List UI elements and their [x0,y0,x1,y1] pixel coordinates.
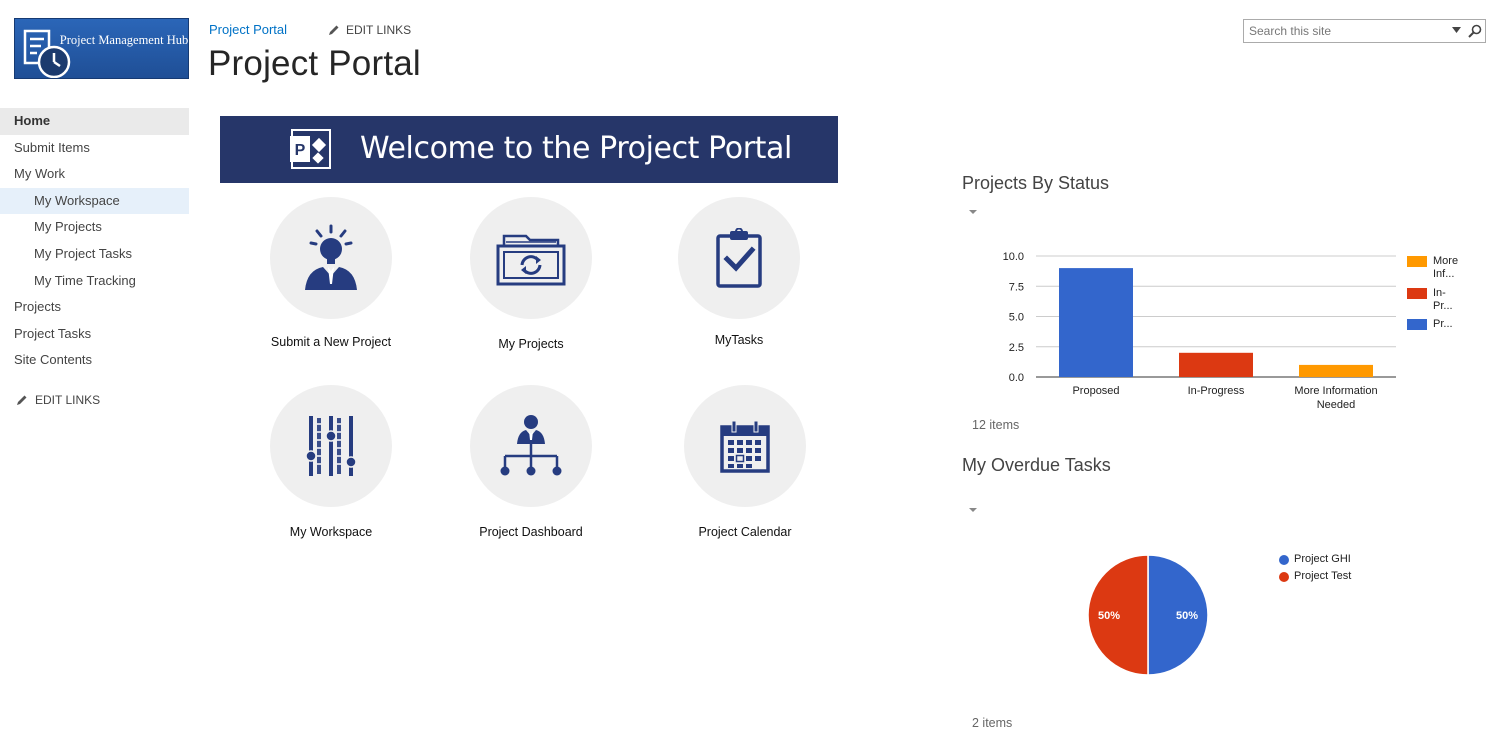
legend-dot [1279,555,1289,565]
edit-links-label: EDIT LINKS [346,23,412,37]
project-app-icon: P [290,129,331,169]
overdue-chart-menu-caret[interactable] [969,508,977,512]
legend-item: Project Test [1279,570,1351,582]
breadcrumb-link[interactable]: Project Portal [209,22,287,37]
y-tick-label: 5.0 [1009,312,1024,324]
tile-project-calendar[interactable]: Project Calendar [655,385,835,539]
legend-swatch [1407,256,1427,267]
tile-label[interactable]: Project Calendar [655,525,835,539]
nav-item-my-project-tasks[interactable]: My Project Tasks [0,241,189,268]
search-box[interactable] [1243,19,1486,43]
calendar-icon [720,420,770,473]
y-tick-label: 2.5 [1009,342,1024,354]
status-items-count[interactable]: 12 items [972,418,1019,432]
legend-text: Project GHI [1294,553,1351,565]
status-bar-chart: 10.0 7.5 5.0 2.5 0.0 Proposed In-Progress More … [1003,251,1396,411]
legend-text: Pr... [1433,318,1453,330]
legend-text: Inf... [1433,268,1455,280]
legend-item: Pr... [1407,318,1458,331]
nav-item-site-contents[interactable]: Site Contents [0,347,189,374]
x-tick-label: Proposed [1072,385,1119,397]
bar-in-progress [1179,352,1253,377]
lightbulb-person-icon [305,224,357,290]
tile-circle[interactable] [270,197,392,319]
tile-submit-new-project[interactable]: Submit a New Project [241,197,421,349]
legend-swatch [1407,319,1427,330]
legend-swatch [1407,288,1427,299]
x-tick-label: In-Progress [1188,385,1245,397]
tile-label[interactable]: MyTasks [649,333,829,347]
tile-my-tasks[interactable]: MyTasks [649,197,829,347]
tile-label[interactable]: My Projects [441,337,621,351]
folder-refresh-icon [496,234,566,286]
status-chart-menu-caret[interactable] [969,210,977,214]
overdue-pie-chart: 50% 50% [1087,554,1209,676]
overdue-chart-title: My Overdue Tasks [962,455,1111,475]
tile-circle[interactable] [270,385,392,507]
pencil-icon [329,25,339,35]
site-logo[interactable]: Project Management Hub [14,18,189,79]
tile-my-workspace[interactable]: My Workspace [241,385,421,539]
tile-circle[interactable] [678,197,800,319]
nav-item-project-tasks[interactable]: Project Tasks [0,321,189,348]
tile-label[interactable]: My Workspace [241,525,421,539]
overdue-chart-legend: Project GHI Project Test [1279,553,1351,582]
legend-item: More Inf... [1407,255,1458,287]
nav-item-home[interactable]: Home [0,108,189,135]
x-tick-label: Needed [1317,399,1356,411]
banner-text: Welcome to the Project Portal [360,131,792,166]
org-chart-icon [500,415,562,476]
tile-circle[interactable] [470,385,592,507]
status-chart-title: Projects By Status [962,173,1110,193]
legend-item: Project GHI [1279,553,1351,565]
nav-item-my-work[interactable]: My Work [0,161,189,188]
search-scope-dropdown-icon[interactable] [1452,27,1461,33]
nav-item-submit-items[interactable]: Submit Items [0,135,189,162]
legend-dot [1279,572,1289,582]
bar-proposed [1059,268,1133,377]
pie-slice-label: 50% [1176,610,1198,622]
y-tick-label: 10.0 [1003,251,1024,263]
y-tick-label: 0.0 [1009,372,1024,384]
tile-label[interactable]: Project Dashboard [441,525,621,539]
legend-text: In- [1433,287,1446,299]
legend-text: Pr... [1433,300,1453,312]
svg-text:P: P [295,142,306,159]
overdue-items-count[interactable]: 2 items [972,716,1012,730]
y-tick-label: 7.5 [1009,281,1024,293]
bar-more-information-needed [1299,364,1373,377]
search-icon[interactable] [1468,24,1482,38]
tile-project-dashboard[interactable]: Project Dashboard [441,385,621,539]
tile-my-projects[interactable]: My Projects [441,197,621,351]
tile-circle[interactable] [470,197,592,319]
status-chart-legend: More Inf... In- Pr... Pr... [1407,255,1458,331]
x-tick-label: More Information [1294,385,1377,397]
nav-edit-links[interactable]: EDIT LINKS [16,393,100,407]
sliders-icon [305,416,357,476]
clipboard-check-icon [716,228,762,288]
legend-item: In- Pr... [1407,287,1458,318]
page-title: Project Portal [208,44,421,83]
legend-text: Project Test [1294,570,1352,582]
nav-edit-links-label: EDIT LINKS [35,393,101,407]
pie-slice-label: 50% [1098,610,1120,622]
tile-circle[interactable] [684,385,806,507]
pencil-icon [17,395,27,405]
tile-label[interactable]: Submit a New Project [241,335,421,349]
nav-item-projects[interactable]: Projects [0,294,189,321]
logo-text: Project Management Hub [59,33,189,47]
welcome-banner: P Welcome to the Project Portal [220,116,838,183]
search-input[interactable] [1244,24,1434,38]
nav-item-my-time-tracking[interactable]: My Time Tracking [0,268,189,295]
legend-text: More [1433,255,1459,267]
quick-launch-nav: Home Submit Items My Work My Workspace M… [0,108,189,374]
edit-links-top[interactable]: EDIT LINKS [328,23,411,37]
nav-item-my-projects[interactable]: My Projects [0,214,189,241]
nav-item-my-workspace[interactable]: My Workspace [0,187,189,215]
